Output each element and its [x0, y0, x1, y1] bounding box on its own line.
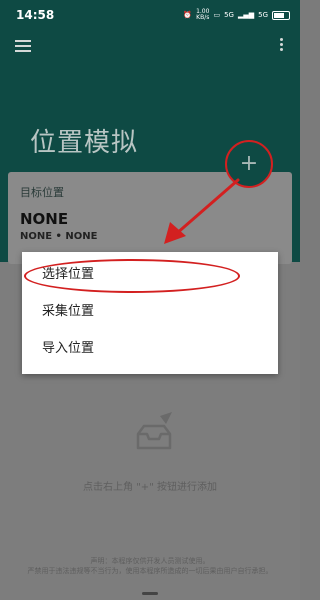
more-vertical-icon[interactable] — [278, 38, 284, 54]
menu-item-collect-location[interactable]: 采集位置 — [22, 293, 278, 331]
location-card-label: 目标位置 — [20, 186, 64, 199]
home-indicator — [142, 592, 158, 595]
disclaimer-line-1: 声明：本程序仅供开发人员测试使用。 — [90, 557, 210, 565]
location-name: NONE — [20, 210, 69, 228]
signal-icon: ▂▄▆ — [237, 11, 255, 19]
page-title: 位置模拟 — [30, 128, 139, 158]
battery-icon — [272, 10, 290, 20]
network-speed-unit: KB/s — [196, 14, 210, 21]
disclaimer: 声明：本程序仅供开发人员测试使用。 严禁用于违法违规等不当行为，使用本程序所造成… — [0, 556, 300, 576]
inbox-paper-plane-icon — [136, 412, 172, 450]
annotation-highlight-oval — [24, 259, 240, 293]
add-location-button[interactable]: + — [225, 140, 273, 188]
signal-5g-2: 5G — [258, 11, 268, 19]
status-icons: ⏰ 1.00 KB/s ▭ 5G ▂▄▆ 5G — [183, 9, 290, 21]
signal-5g-1: 5G — [224, 11, 234, 19]
alarm-icon: ⏰ — [183, 11, 193, 19]
status-time: 14:58 — [16, 8, 55, 22]
menu-item-import-location[interactable]: 导入位置 — [22, 330, 278, 368]
menu-icon[interactable] — [15, 40, 31, 52]
network-speed: 1.00 KB/s — [196, 9, 209, 21]
empty-state-text: 点击右上角 "+" 按钮进行添加 — [83, 482, 217, 493]
vowifi-icon: ▭ — [213, 11, 221, 19]
disclaimer-line-2: 严禁用于违法违规等不当行为，使用本程序所造成的一切后果由用户自行承担。 — [27, 567, 273, 575]
location-subtitle: NONE • NONE — [20, 231, 98, 242]
status-bar: 14:58 ⏰ 1.00 KB/s ▭ 5G ▂▄▆ 5G — [0, 0, 300, 30]
plus-icon: + — [239, 151, 259, 176]
